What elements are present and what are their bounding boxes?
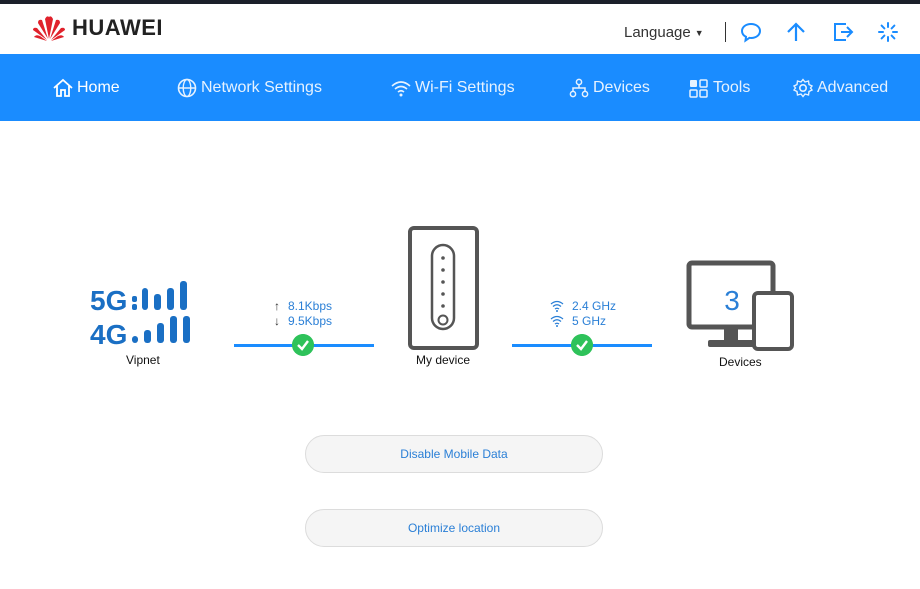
devices-count: 3 bbox=[724, 285, 740, 316]
wifi-icon bbox=[550, 300, 564, 312]
wifi-band-5: 5 GHz bbox=[550, 314, 606, 328]
wifi-band-24: 2.4 GHz bbox=[550, 299, 616, 313]
header-divider bbox=[725, 22, 726, 42]
nav-devices-label: Devices bbox=[593, 79, 650, 96]
language-label: Language bbox=[624, 24, 691, 41]
wifi-ok-icon bbox=[571, 334, 593, 356]
download-arrow-icon: ↓ bbox=[274, 314, 280, 328]
nav-devices[interactable]: Devices bbox=[568, 78, 650, 98]
tools-grid-icon bbox=[689, 79, 708, 98]
download-rate-value: 9.5Kbps bbox=[288, 314, 333, 328]
gear-icon bbox=[792, 78, 814, 98]
brand-name: HUAWEI bbox=[72, 15, 163, 40]
caret-down-icon: ▼ bbox=[694, 27, 704, 38]
upload-icon[interactable] bbox=[784, 20, 808, 44]
nav-wifi-settings[interactable]: Wi-Fi Settings bbox=[390, 78, 515, 98]
logout-icon[interactable] bbox=[831, 20, 855, 44]
nav-wifi-settings-label: Wi-Fi Settings bbox=[415, 79, 515, 96]
globe-icon bbox=[177, 78, 197, 98]
nav-home-label: Home bbox=[77, 79, 120, 96]
nav-tools[interactable]: Tools bbox=[688, 78, 750, 98]
signal-strength-graphic: 5G 4G bbox=[90, 281, 190, 348]
label-5g: 5G bbox=[90, 285, 127, 316]
devices-tree-icon bbox=[569, 78, 589, 98]
operator-name: Vipnet bbox=[126, 353, 160, 367]
upload-rate-value: 8.1Kbps bbox=[288, 299, 333, 313]
internet-ok-icon bbox=[292, 334, 314, 356]
wifi-24-label: 2.4 GHz bbox=[572, 299, 617, 313]
wifi-icon bbox=[391, 81, 411, 97]
huawei-flower-icon bbox=[33, 16, 65, 41]
devices-icon[interactable]: 3 bbox=[686, 260, 796, 352]
upload-rate: ↑ 8.1Kbps bbox=[272, 299, 332, 313]
nav-advanced-label: Advanced bbox=[817, 79, 889, 96]
nav-advanced[interactable]: Advanced bbox=[792, 78, 888, 98]
nav-tools-label: Tools bbox=[713, 79, 751, 96]
nav-home[interactable]: Home bbox=[52, 78, 120, 98]
nav-network-settings-label: Network Settings bbox=[201, 79, 322, 96]
wifi-5-label: 5 GHz bbox=[572, 314, 607, 328]
huawei-logo[interactable]: HUAWEI bbox=[32, 15, 163, 41]
devices-label: Devices bbox=[719, 355, 762, 369]
router-icon[interactable] bbox=[408, 226, 479, 350]
download-rate: ↓ 9.5Kbps bbox=[272, 314, 332, 328]
optimize-location-button[interactable]: Optimize location bbox=[305, 509, 603, 547]
chat-icon[interactable] bbox=[739, 20, 763, 44]
main-nav: Home Network Settings Wi-Fi Settings Dev… bbox=[0, 54, 920, 121]
label-4g: 4G bbox=[90, 319, 127, 348]
loading-icon[interactable] bbox=[876, 20, 900, 44]
upload-arrow-icon: ↑ bbox=[274, 299, 280, 313]
nav-network-settings[interactable]: Network Settings bbox=[176, 78, 322, 98]
my-device-label: My device bbox=[416, 353, 471, 367]
header-bar: HUAWEI Language ▼ bbox=[0, 4, 920, 54]
wifi-icon bbox=[550, 315, 564, 327]
home-icon bbox=[53, 78, 73, 97]
language-selector[interactable]: Language ▼ bbox=[624, 24, 704, 41]
disable-mobile-data-button[interactable]: Disable Mobile Data bbox=[305, 435, 603, 473]
